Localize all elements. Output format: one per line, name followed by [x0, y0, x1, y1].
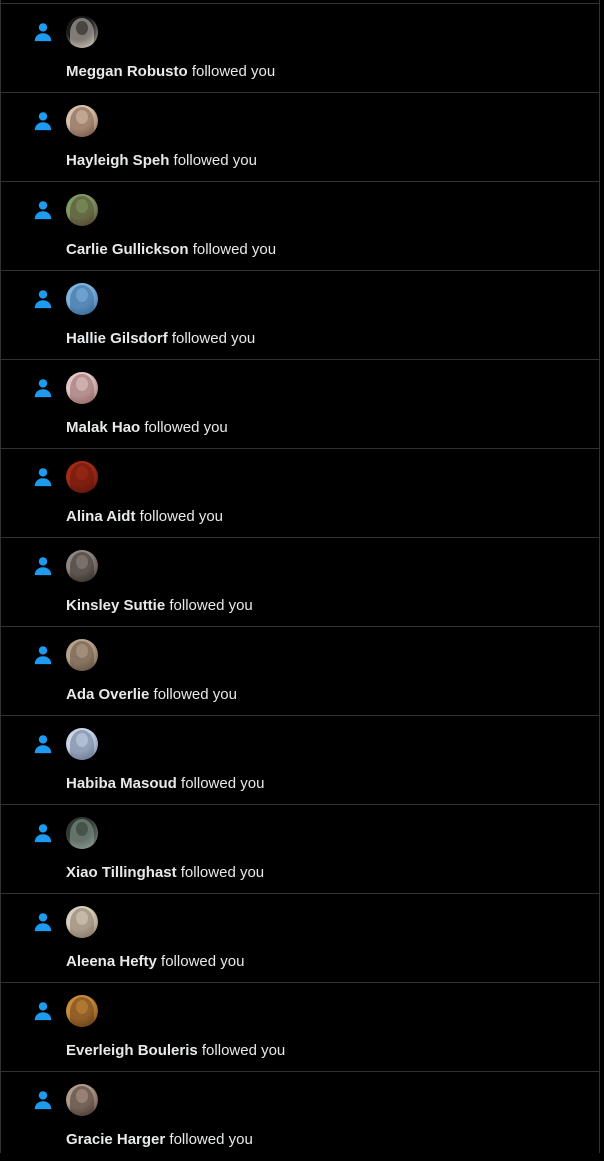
action-text: followed you	[153, 686, 237, 703]
notification-item[interactable]: Habiba Masoud followed you	[1, 716, 599, 805]
avatar[interactable]	[66, 550, 98, 582]
action-text: followed you	[180, 864, 265, 881]
action-text: followed you	[139, 508, 224, 525]
person-follow-icon	[34, 735, 52, 754]
avatar[interactable]	[66, 639, 98, 671]
avatar-face-shape	[76, 733, 88, 747]
avatar[interactable]	[66, 728, 98, 760]
person-follow-icon	[34, 468, 52, 487]
avatar[interactable]	[66, 16, 98, 48]
avatar-face-shape	[76, 110, 88, 124]
notification-item[interactable]: Carlie Gullickson followed you	[1, 182, 599, 271]
action-text: followed you	[169, 597, 253, 614]
avatar[interactable]	[66, 105, 98, 137]
person-follow-icon	[34, 379, 52, 398]
action-text: followed you	[169, 1131, 253, 1148]
avatar-face-shape	[76, 1089, 88, 1103]
avatar-face-shape	[76, 555, 88, 569]
person-follow-icon	[34, 1091, 52, 1110]
notifications-feed: Meggan Robusto followed you Hayleigh Spe…	[0, 0, 600, 1153]
user-name-link[interactable]: Habiba Masoud	[66, 775, 177, 792]
avatar-face-shape	[76, 377, 88, 391]
notification-item[interactable]: Ada Overlie followed you	[1, 627, 599, 716]
avatar[interactable]	[66, 1084, 98, 1116]
user-name-link[interactable]: Carlie Gullickson	[66, 241, 189, 258]
notification-item[interactable]: Malak Hao followed you	[1, 360, 599, 449]
action-text: followed you	[173, 152, 257, 169]
notification-item[interactable]: Meggan Robusto followed you	[1, 4, 599, 93]
avatar-face-shape	[76, 199, 88, 213]
avatar[interactable]	[66, 283, 98, 315]
person-follow-icon	[34, 646, 52, 665]
notification-text: Meggan Robusto followed you	[66, 62, 275, 82]
user-name-link[interactable]: Alina Aidt	[66, 508, 135, 525]
notification-item[interactable]: Everleigh Bouleris followed you	[1, 983, 599, 1072]
action-text: followed you	[191, 63, 276, 80]
action-text: followed you	[192, 241, 277, 258]
notification-text: Ada Overlie followed you	[66, 685, 237, 705]
user-name-link[interactable]: Hayleigh Speh	[66, 152, 169, 169]
notification-text: Habiba Masoud followed you	[66, 774, 264, 794]
action-text: followed you	[144, 419, 228, 436]
user-name-link[interactable]: Ada Overlie	[66, 686, 149, 703]
user-name-link[interactable]: Aleena Hefty	[66, 953, 157, 970]
user-name-link[interactable]: Hallie Gilsdorf	[66, 330, 168, 347]
notification-text: Alina Aidt followed you	[66, 507, 223, 527]
person-follow-icon	[34, 913, 52, 932]
action-text: followed you	[181, 775, 265, 792]
avatar-face-shape	[76, 822, 88, 836]
user-name-link[interactable]: Xiao Tillinghast	[66, 864, 177, 881]
action-text: followed you	[171, 330, 256, 347]
notification-list: Meggan Robusto followed you Hayleigh Spe…	[1, 4, 599, 1161]
avatar-face-shape	[76, 1000, 88, 1014]
notification-text: Xiao Tillinghast followed you	[66, 863, 264, 883]
notification-text: Hayleigh Speh followed you	[66, 151, 257, 171]
notification-item[interactable]: Aleena Hefty followed you	[1, 894, 599, 983]
avatar[interactable]	[66, 906, 98, 938]
notification-text: Kinsley Suttie followed you	[66, 596, 253, 616]
user-name-link[interactable]: Everleigh Bouleris	[66, 1042, 198, 1059]
avatar[interactable]	[66, 372, 98, 404]
person-follow-icon	[34, 290, 52, 309]
notification-item[interactable]: Alina Aidt followed you	[1, 449, 599, 538]
avatar[interactable]	[66, 995, 98, 1027]
person-follow-icon	[34, 824, 52, 843]
person-follow-icon	[34, 1002, 52, 1021]
avatar-face-shape	[76, 21, 88, 35]
notification-item[interactable]: Xiao Tillinghast followed you	[1, 805, 599, 894]
notification-text: Everleigh Bouleris followed you	[66, 1041, 285, 1061]
avatar-face-shape	[76, 466, 88, 480]
user-name-link[interactable]: Malak Hao	[66, 419, 140, 436]
action-text: followed you	[201, 1042, 286, 1059]
person-follow-icon	[34, 201, 52, 220]
avatar[interactable]	[66, 194, 98, 226]
notification-text: Carlie Gullickson followed you	[66, 240, 276, 260]
notification-text: Malak Hao followed you	[66, 418, 228, 438]
person-follow-icon	[34, 557, 52, 576]
avatar-face-shape	[76, 911, 88, 925]
notification-item[interactable]: Hallie Gilsdorf followed you	[1, 271, 599, 360]
avatar-face-shape	[76, 644, 88, 658]
notification-text: Aleena Hefty followed you	[66, 952, 244, 972]
notification-text: Hallie Gilsdorf followed you	[66, 329, 255, 349]
action-text: followed you	[161, 953, 245, 970]
user-name-link[interactable]: Gracie Harger	[66, 1131, 165, 1148]
notification-item[interactable]: Kinsley Suttie followed you	[1, 538, 599, 627]
notification-text: Gracie Harger followed you	[66, 1130, 253, 1150]
person-follow-icon	[34, 23, 52, 42]
avatar-face-shape	[76, 288, 88, 302]
user-name-link[interactable]: Meggan Robusto	[66, 63, 188, 80]
avatar[interactable]	[66, 461, 98, 493]
person-follow-icon	[34, 112, 52, 131]
avatar[interactable]	[66, 817, 98, 849]
notification-item[interactable]: Hayleigh Speh followed you	[1, 93, 599, 182]
notification-item[interactable]: Gracie Harger followed you	[1, 1072, 599, 1161]
user-name-link[interactable]: Kinsley Suttie	[66, 597, 165, 614]
